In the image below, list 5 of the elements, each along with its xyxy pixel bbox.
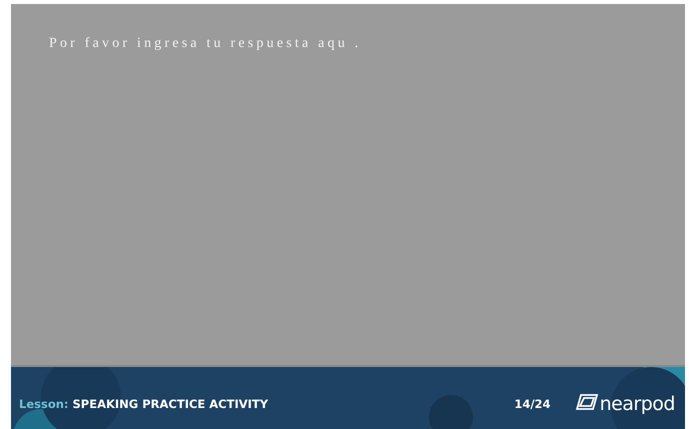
lesson-title: SPEAKING PRACTICE ACTIVITY: [72, 397, 268, 411]
logo-text: nearpod: [600, 393, 675, 415]
page-counter: 14/24: [514, 397, 551, 411]
prompt-text: Por favor ingresa tu respuesta aqu .: [49, 36, 362, 52]
lesson-label: Lesson:: [19, 397, 69, 411]
